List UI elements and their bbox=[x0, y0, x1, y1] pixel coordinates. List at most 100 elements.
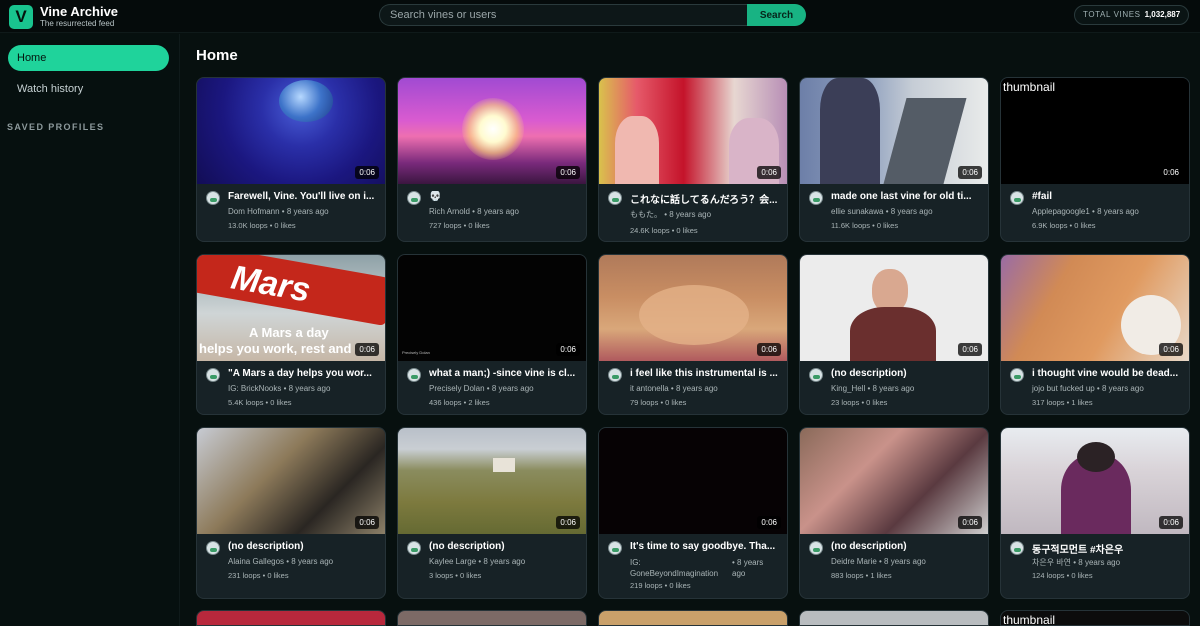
sidebar-item-home[interactable]: Home bbox=[8, 45, 169, 71]
vine-thumbnail[interactable]: Mars A Mars a day helps you work, rest and… bbox=[197, 255, 385, 361]
vine-thumbnail[interactable]: 0:06 bbox=[197, 428, 385, 534]
vine-card[interactable]: Mars A Mars a day helps you work, rest and… bbox=[196, 254, 386, 415]
avatar-icon[interactable] bbox=[809, 368, 823, 382]
avatar-icon[interactable] bbox=[809, 541, 823, 555]
vine-thumbnail[interactable]: 0:06 bbox=[1001, 428, 1189, 534]
vine-card[interactable] bbox=[196, 610, 386, 626]
avatar-icon[interactable] bbox=[608, 368, 622, 382]
vine-author-meta: IG: BrickNooks • 8 years ago bbox=[228, 384, 331, 393]
vine-thumbnail[interactable]: 0:06 bbox=[398, 428, 586, 534]
vine-stats: 727 loops • 0 likes bbox=[429, 221, 490, 230]
vine-title[interactable]: what a man;) -since vine is cl... bbox=[429, 368, 579, 379]
vine-stats: 6.9K loops • 0 likes bbox=[1032, 221, 1096, 230]
vine-card[interactable]: 0:06 (no description) King_Hell • 8 years … bbox=[799, 254, 989, 415]
vine-card[interactable] bbox=[397, 610, 587, 626]
vine-thumbnail[interactable]: 0:06 bbox=[1001, 255, 1189, 361]
vine-logo-icon[interactable]: V bbox=[9, 5, 33, 29]
duration-badge: 0:06 bbox=[1159, 516, 1183, 529]
vine-title[interactable]: i thought vine would be dead... bbox=[1032, 368, 1182, 379]
vine-thumbnail[interactable]: thumbnail 0:06 bbox=[1001, 78, 1189, 184]
search-button[interactable]: Search bbox=[747, 4, 806, 26]
vine-title[interactable]: Farewell, Vine. You'll live on i... bbox=[228, 191, 378, 202]
saved-profiles-heading: SAVED PROFILES bbox=[7, 122, 105, 132]
duration-badge: 0:06 bbox=[556, 166, 580, 179]
thumbnail-alt-text: thumbnail bbox=[1003, 613, 1056, 626]
duration-badge: 0:06 bbox=[556, 343, 580, 356]
vine-title[interactable]: (no description) bbox=[831, 541, 981, 552]
vine-thumbnail[interactable]: 0:06 bbox=[800, 255, 988, 361]
page-title: Home bbox=[196, 47, 238, 64]
vine-thumbnail[interactable]: 0:06 bbox=[599, 428, 787, 534]
avatar-icon[interactable] bbox=[608, 191, 622, 205]
vine-card[interactable]: 0:06 동구적모먼트 #차은우 차은우 바연 • 8 years ago 124 l… bbox=[1000, 427, 1190, 599]
avatar-icon[interactable] bbox=[1010, 541, 1024, 555]
avatar-icon[interactable] bbox=[407, 191, 421, 205]
duration-badge: 0:06 bbox=[355, 516, 379, 529]
sidebar: Home Watch history SAVED PROFILES bbox=[0, 34, 180, 626]
vine-author-meta: Alaina Gallegos • 8 years ago bbox=[228, 557, 334, 566]
vine-card[interactable]: 0:06 (no description) Deidre Marie • 8 yea… bbox=[799, 427, 989, 599]
vine-thumbnail[interactable]: 0:06 bbox=[197, 78, 385, 184]
avatar-icon[interactable] bbox=[206, 191, 220, 205]
vine-card[interactable]: thumbnail bbox=[1000, 610, 1190, 626]
vine-card[interactable]: thumbnail 0:06 #fail Applepagoogle1 • 8 yea… bbox=[1000, 77, 1190, 242]
vine-title[interactable]: (no description) bbox=[831, 368, 981, 379]
avatar-icon[interactable] bbox=[608, 541, 622, 555]
vine-author-meta: jojo but fucked up • 8 years ago bbox=[1032, 384, 1144, 393]
vine-card[interactable] bbox=[799, 610, 989, 626]
vine-stats: 13.0K loops • 0 likes bbox=[228, 221, 296, 230]
vine-card[interactable]: 0:06 💀 Rich Arnold • 8 years ago 727 loops … bbox=[397, 77, 587, 242]
vine-card[interactable]: 0:06 これなに話してるんだろう？会... ももた。 • 8 years ago 2… bbox=[598, 77, 788, 242]
search-input[interactable] bbox=[379, 4, 751, 26]
vine-title[interactable]: #fail bbox=[1032, 191, 1182, 202]
avatar-icon[interactable] bbox=[206, 368, 220, 382]
vine-thumbnail[interactable]: 0:06 bbox=[800, 428, 988, 534]
vine-title[interactable]: (no description) bbox=[228, 541, 378, 552]
vine-thumbnail[interactable]: 0:06 bbox=[398, 78, 586, 184]
vine-card[interactable]: 0:06 (no description) Alaina Gallegos • 8 … bbox=[196, 427, 386, 599]
vine-thumbnail[interactable]: Precisely Dolan 0:06 bbox=[398, 255, 586, 361]
vine-card[interactable] bbox=[598, 610, 788, 626]
vine-stats: 3 loops • 0 likes bbox=[429, 571, 482, 580]
vine-card[interactable]: 0:06 (no description) Kaylee Large • 8 yea… bbox=[397, 427, 587, 599]
vine-thumbnail[interactable]: 0:06 bbox=[599, 78, 787, 184]
vine-card[interactable]: Precisely Dolan 0:06 what a man;) -since v… bbox=[397, 254, 587, 415]
vine-card[interactable]: 0:06 Farewell, Vine. You'll live on i... D… bbox=[196, 77, 386, 242]
vine-title[interactable]: (no description) bbox=[429, 541, 579, 552]
vine-title[interactable]: これなに話してるんだろう？会... bbox=[630, 191, 780, 206]
avatar-icon[interactable] bbox=[1010, 191, 1024, 205]
vine-author[interactable]: IG: GoneBeyondImagination bbox=[630, 557, 726, 579]
thumbnail-caption: Precisely Dolan bbox=[402, 350, 430, 355]
vine-card[interactable]: 0:06 made one last vine for old ti... elli… bbox=[799, 77, 989, 242]
vine-author-meta: Applepagoogle1 • 8 years ago bbox=[1032, 207, 1139, 216]
sidebar-item-watch-history[interactable]: Watch history bbox=[17, 83, 83, 95]
vine-title[interactable]: made one last vine for old ti... bbox=[831, 191, 981, 202]
app-title[interactable]: Vine Archive bbox=[40, 4, 118, 19]
vine-thumbnail[interactable]: 0:06 bbox=[800, 78, 988, 184]
duration-badge: 0:06 bbox=[355, 166, 379, 179]
vine-author-meta: it antonella • 8 years ago bbox=[630, 384, 718, 393]
vine-title[interactable]: 동구적모먼트 #차은우 bbox=[1032, 541, 1182, 556]
avatar-icon[interactable] bbox=[1010, 368, 1024, 382]
vine-stats: 124 loops • 0 likes bbox=[1032, 571, 1093, 580]
vine-thumbnail[interactable]: 0:06 bbox=[599, 255, 787, 361]
vine-author-meta: Deidre Marie • 8 years ago bbox=[831, 557, 926, 566]
duration-badge: 0:06 bbox=[958, 166, 982, 179]
vine-author-meta: King_Hell • 8 years ago bbox=[831, 384, 915, 393]
avatar-icon[interactable] bbox=[407, 368, 421, 382]
vine-author-meta: Rich Arnold • 8 years ago bbox=[429, 207, 519, 216]
duration-badge: 0:06 bbox=[958, 343, 982, 356]
vine-card[interactable]: 0:06 i feel like this instrumental is ...… bbox=[598, 254, 788, 415]
vine-title[interactable]: i feel like this instrumental is ... bbox=[630, 368, 780, 379]
duration-badge: 0:06 bbox=[355, 343, 379, 356]
vine-title[interactable]: "A Mars a day helps you wor... bbox=[228, 368, 378, 379]
vine-title[interactable]: It's time to say goodbye. Tha... bbox=[630, 541, 780, 552]
duration-badge: 0:06 bbox=[757, 343, 781, 356]
vine-card[interactable]: 0:06 i thought vine would be dead... jojo … bbox=[1000, 254, 1190, 415]
vine-stats: 436 loops • 2 likes bbox=[429, 398, 490, 407]
vine-card[interactable]: 0:06 It's time to say goodbye. Tha... IG: … bbox=[598, 427, 788, 599]
avatar-icon[interactable] bbox=[407, 541, 421, 555]
avatar-icon[interactable] bbox=[809, 191, 823, 205]
vine-title[interactable]: 💀 bbox=[429, 191, 579, 202]
avatar-icon[interactable] bbox=[206, 541, 220, 555]
